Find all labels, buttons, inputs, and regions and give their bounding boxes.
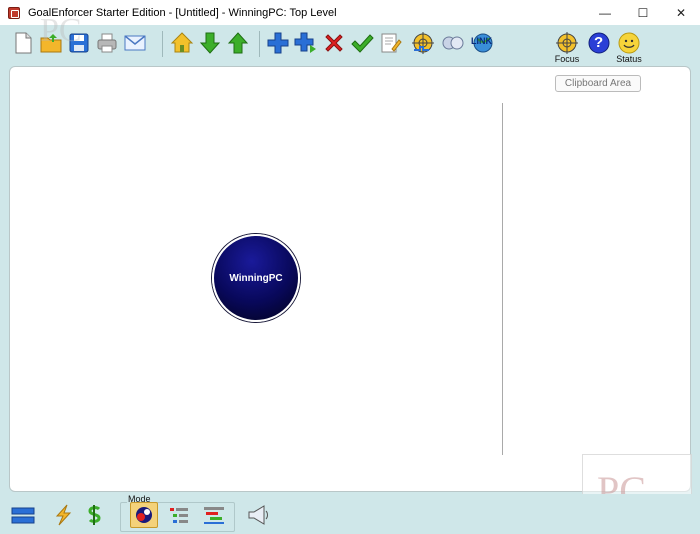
- print-button[interactable]: [94, 29, 120, 57]
- app-icon[interactable]: [8, 6, 20, 19]
- lightning-icon: [55, 504, 72, 526]
- new-document-icon: [15, 32, 32, 54]
- status-label: Status: [616, 54, 642, 64]
- mode-outline-button[interactable]: [165, 502, 193, 528]
- print-icon: [97, 33, 117, 53]
- watermark-text: PC: [40, 12, 82, 49]
- main-toolbar: LINK Focus ? Status: [0, 25, 700, 65]
- gantt-mode-icon: [204, 507, 224, 524]
- announce-button[interactable]: [244, 502, 272, 528]
- home-icon: [170, 32, 194, 53]
- notes-button[interactable]: [377, 29, 403, 57]
- target-icon: [556, 32, 578, 54]
- link-text: LINK: [471, 36, 492, 46]
- mode-gantt-button[interactable]: [200, 502, 228, 528]
- move-down-button[interactable]: [197, 29, 223, 57]
- focus-label: Focus: [554, 54, 580, 64]
- help-button[interactable]: ?: [586, 29, 612, 57]
- add-sibling-button[interactable]: [265, 29, 291, 57]
- title-bar: GoalEnforcer Starter Edition - [Untitled…: [0, 0, 700, 25]
- close-button[interactable]: ✕: [662, 0, 700, 25]
- layout-panels-icon: [11, 507, 35, 524]
- arrow-down-icon: [199, 32, 221, 54]
- add-subgoal-icon: [294, 32, 316, 53]
- link-circles-icon: [442, 36, 464, 50]
- add-subgoal-button[interactable]: [293, 29, 319, 57]
- add-sibling-icon: [267, 32, 289, 54]
- mode-mindmap-button[interactable]: [130, 502, 158, 528]
- link-goals-button[interactable]: [440, 29, 466, 57]
- status-button[interactable]: [616, 29, 642, 57]
- set-focus-button[interactable]: [410, 29, 436, 57]
- mindmap-mode-icon: [136, 507, 152, 523]
- move-up-button[interactable]: [225, 29, 251, 57]
- checkmark-icon: [351, 34, 374, 53]
- toolbar-separator: [259, 31, 260, 57]
- goal-node[interactable]: WinningPC: [212, 234, 300, 322]
- delete-button[interactable]: [321, 29, 347, 57]
- home-button[interactable]: [169, 29, 195, 57]
- smiley-icon: [618, 32, 640, 54]
- email-icon: [124, 35, 146, 51]
- bottom-toolbar: Mode: [0, 494, 700, 534]
- notes-icon: [381, 33, 402, 53]
- dollar-sign-icon: [88, 505, 101, 525]
- hyperlink-button[interactable]: LINK: [470, 29, 496, 57]
- quick-action-button[interactable]: [49, 502, 77, 528]
- outline-mode-icon: [170, 508, 188, 523]
- goal-map-canvas[interactable]: Clipboard Area WinningPC: [9, 66, 691, 492]
- email-button[interactable]: [122, 29, 148, 57]
- clipboard-area-label: Clipboard Area: [555, 75, 641, 92]
- megaphone-icon: [248, 505, 268, 525]
- maximize-button[interactable]: ☐: [624, 0, 662, 25]
- goal-node-label: WinningPC: [229, 272, 283, 284]
- money-button[interactable]: [80, 502, 108, 528]
- clipboard-divider[interactable]: [502, 103, 503, 455]
- new-button[interactable]: [10, 29, 36, 57]
- minimize-button[interactable]: —: [586, 0, 624, 25]
- delete-icon: [325, 34, 343, 52]
- layout-button[interactable]: [9, 502, 37, 528]
- toolbar-separator: [162, 31, 163, 57]
- complete-button[interactable]: [349, 29, 375, 57]
- focus-add-icon: [412, 32, 434, 54]
- window-controls: — ☐ ✕: [586, 0, 700, 25]
- help-glyph: ?: [594, 34, 604, 51]
- focus-button[interactable]: [554, 29, 580, 57]
- arrow-up-icon: [227, 32, 249, 54]
